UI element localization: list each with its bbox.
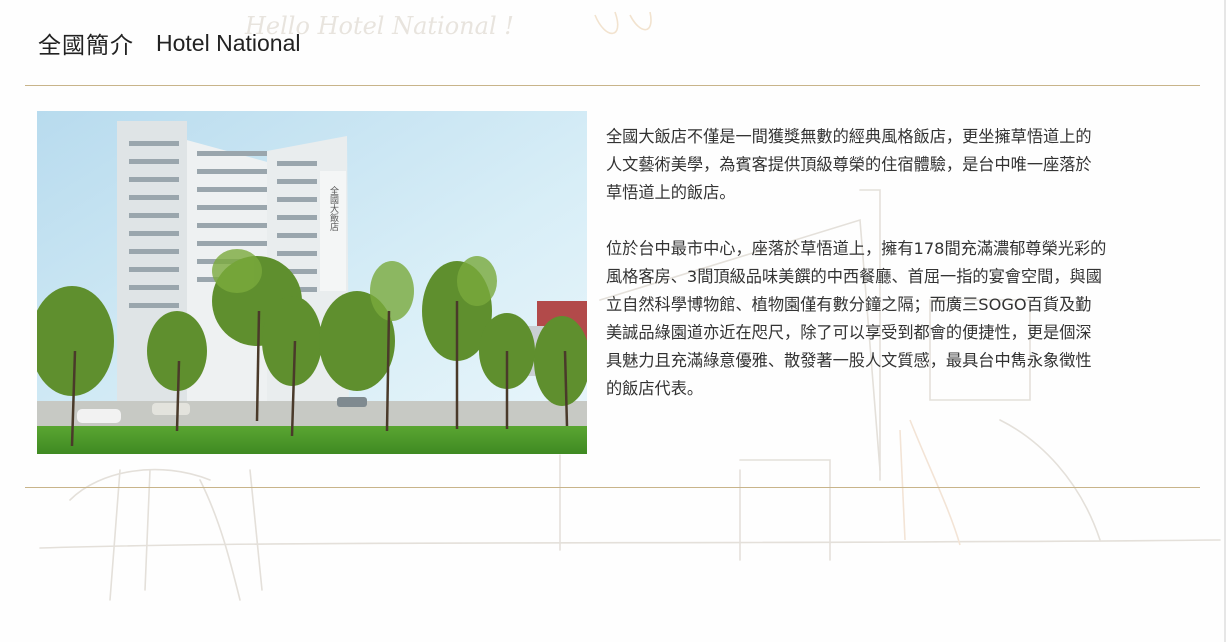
divider-bottom	[25, 487, 1200, 488]
hotel-photo: 全國大飯店	[37, 111, 587, 454]
page-title-en: Hotel National	[156, 29, 301, 56]
page-title-zh: 全國簡介	[38, 33, 134, 59]
intro-paragraph-2: 位於台中最市中心，座落於草悟道上，擁有178間充滿濃郁尊榮光彩的 風格客房、3間…	[606, 239, 1107, 398]
intro-paragraph-1: 全國大飯店不僅是一間獲獎無數的經典風格飯店，更坐擁草悟道上的 人文藝術美學，為賓…	[606, 127, 1092, 202]
building-sign: 全國大飯店	[328, 185, 339, 232]
divider-top	[25, 85, 1200, 86]
page: Hello Hotel National ! 全國簡介 Hotel Nation…	[0, 0, 1226, 642]
intro-text: 全國大飯店不僅是一間獲獎無數的經典風格飯店，更坐擁草悟道上的 人文藝術美學，為賓…	[606, 123, 1151, 431]
page-header: 全國簡介 Hotel National	[38, 26, 300, 60]
